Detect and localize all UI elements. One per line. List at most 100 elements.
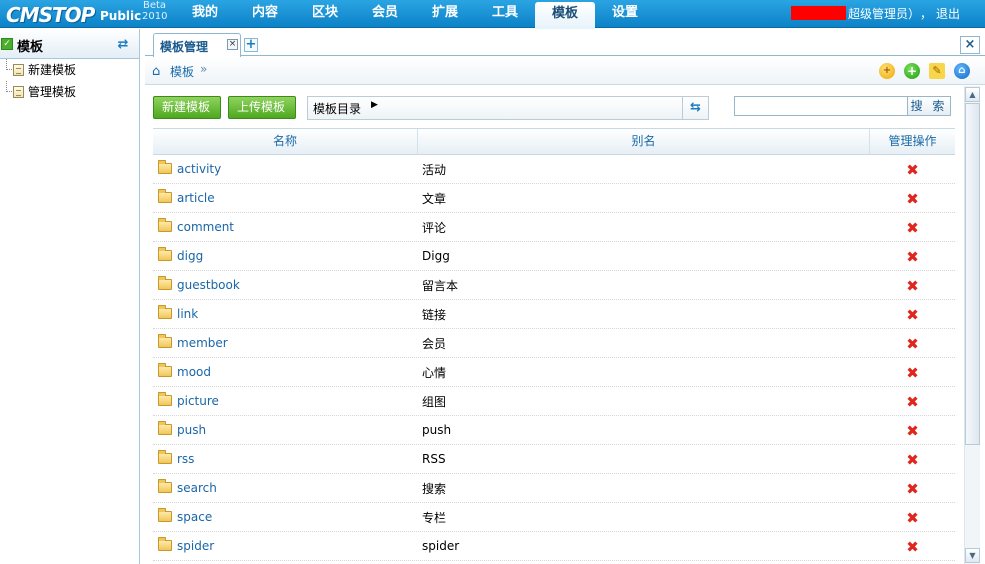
template-alias-cell: Digg bbox=[422, 249, 450, 263]
scroll-down-arrow-icon[interactable]: ▼ bbox=[965, 548, 980, 563]
template-name-link[interactable]: rss bbox=[177, 452, 194, 466]
home-icon[interactable]: ⌂ bbox=[152, 64, 160, 79]
vertical-scrollbar[interactable]: ▲ ▼ bbox=[964, 86, 980, 564]
scroll-up-arrow-icon[interactable]: ▲ bbox=[965, 87, 980, 102]
folder-icon bbox=[158, 450, 172, 464]
template-name-link[interactable]: push bbox=[177, 423, 206, 437]
delete-icon[interactable]: ✖ bbox=[906, 337, 919, 352]
nav-tab-extensions[interactable]: 扩展 bbox=[415, 0, 475, 28]
nav-tab-settings[interactable]: 设置 bbox=[595, 0, 655, 28]
template-name-link[interactable]: search bbox=[177, 481, 217, 495]
delete-icon[interactable]: ✖ bbox=[906, 250, 919, 265]
delete-icon[interactable]: ✖ bbox=[906, 395, 919, 410]
sidebar-item-label: 新建模板 bbox=[28, 63, 77, 77]
table-body: activity 活动 ✖ article 文章 ✖ comment 评论 ✖ digg Digg ✖… bbox=[153, 155, 955, 561]
actions-cell: ✖ bbox=[870, 305, 955, 323]
scrollbar-thumb[interactable] bbox=[965, 103, 980, 445]
nav-tab-tools[interactable]: 工具 bbox=[475, 0, 535, 28]
template-name-link[interactable]: link bbox=[177, 307, 198, 321]
column-header-alias[interactable]: 别名 bbox=[418, 129, 870, 154]
template-name-cell: activity bbox=[153, 160, 418, 176]
table-row[interactable]: member 会员 ✖ bbox=[153, 329, 955, 358]
tab-label: 模板管理 bbox=[160, 40, 209, 54]
table-row[interactable]: link 链接 ✖ bbox=[153, 300, 955, 329]
breadcrumb-item-templates[interactable]: 模板 bbox=[170, 63, 194, 80]
delete-icon[interactable]: ✖ bbox=[906, 221, 919, 236]
template-name-link[interactable]: space bbox=[177, 510, 212, 524]
delete-icon[interactable]: ✖ bbox=[906, 308, 919, 323]
template-name-link[interactable]: picture bbox=[177, 394, 219, 408]
nav-tab-members[interactable]: 会员 bbox=[355, 0, 415, 28]
template-name-link[interactable]: mood bbox=[177, 365, 211, 379]
triangle-right-icon[interactable]: ▶ bbox=[371, 100, 378, 110]
user-area: 超级管理员） ， 退出 bbox=[790, 4, 960, 22]
table-row[interactable]: guestbook 留言本 ✖ bbox=[153, 271, 955, 300]
table-row[interactable]: digg Digg ✖ bbox=[153, 242, 955, 271]
delete-icon[interactable]: ✖ bbox=[906, 482, 919, 497]
template-alias-cell: 会员 bbox=[422, 336, 447, 351]
sidebar-title: 模板 bbox=[17, 40, 44, 55]
search-button[interactable]: 搜 索 bbox=[907, 96, 951, 116]
sidebar: ✓ 模板 ⇄ 新建模板 管理模板 bbox=[0, 29, 140, 564]
nav-tab-blocks[interactable]: 区块 bbox=[295, 0, 355, 28]
sidebar-item-new-template[interactable]: 新建模板 bbox=[0, 59, 139, 81]
delete-icon[interactable]: ✖ bbox=[906, 366, 919, 381]
username-redacted[interactable] bbox=[790, 6, 846, 20]
refresh-directory-icon[interactable]: ⇆ bbox=[682, 97, 708, 119]
delete-icon[interactable]: ✖ bbox=[906, 540, 919, 555]
column-header-name[interactable]: 名称 bbox=[153, 129, 418, 154]
template-name-link[interactable]: digg bbox=[177, 249, 203, 263]
delete-icon[interactable]: ✖ bbox=[906, 424, 919, 439]
actions-cell: ✖ bbox=[870, 276, 955, 294]
delete-icon[interactable]: ✖ bbox=[906, 453, 919, 468]
folder-icon bbox=[158, 247, 172, 261]
upload-template-button[interactable]: 上传模板 bbox=[228, 96, 296, 119]
table-row[interactable]: rss RSS ✖ bbox=[153, 445, 955, 474]
close-panel-icon[interactable]: × bbox=[960, 36, 980, 54]
column-header-actions: 管理操作 bbox=[888, 134, 937, 148]
tab-close-icon[interactable]: × bbox=[227, 39, 238, 50]
sidebar-item-manage-templates[interactable]: 管理模板 bbox=[0, 81, 139, 103]
collapse-toggle-icon[interactable]: ✓ bbox=[1, 38, 13, 50]
template-name-link[interactable]: article bbox=[177, 191, 215, 205]
sidebar-item-label: 管理模板 bbox=[28, 85, 77, 99]
delete-icon[interactable]: ✖ bbox=[906, 192, 919, 207]
table-row[interactable]: space 专栏 ✖ bbox=[153, 503, 955, 532]
nav-tab-content[interactable]: 内容 bbox=[235, 0, 295, 28]
table-row[interactable]: search 搜索 ✖ bbox=[153, 474, 955, 503]
table-row[interactable]: spider spider ✖ bbox=[153, 532, 955, 561]
template-name-link[interactable]: spider bbox=[177, 539, 214, 553]
table-row[interactable]: article 文章 ✖ bbox=[153, 184, 955, 213]
table-row[interactable]: picture 组图 ✖ bbox=[153, 387, 955, 416]
template-name-link[interactable]: comment bbox=[177, 220, 234, 234]
app-logo[interactable]: CMSTOP Public Beta 2010 bbox=[4, 0, 174, 27]
delete-icon[interactable]: ✖ bbox=[906, 511, 919, 526]
refresh-icon[interactable]: ⇄ bbox=[116, 38, 130, 52]
home-circle-icon[interactable]: ⌂ bbox=[954, 63, 970, 79]
delete-icon[interactable]: ✖ bbox=[906, 163, 919, 178]
add-icon[interactable]: + bbox=[904, 63, 920, 79]
template-alias-cell: 心情 bbox=[422, 365, 447, 380]
breadcrumb: ⌂ 模板 » + + ✎ ⌂ bbox=[145, 57, 985, 85]
template-name-link[interactable]: member bbox=[177, 336, 228, 350]
table-row[interactable]: mood 心情 ✖ bbox=[153, 358, 955, 387]
delete-icon[interactable]: ✖ bbox=[906, 279, 919, 294]
template-name-link[interactable]: activity bbox=[177, 162, 221, 176]
tab-template-manage[interactable]: 模板管理 × bbox=[153, 33, 241, 57]
template-name-cell: search bbox=[153, 479, 418, 495]
template-alias-cell: 链接 bbox=[422, 307, 447, 322]
table-row[interactable]: activity 活动 ✖ bbox=[153, 155, 955, 184]
edit-icon[interactable]: ✎ bbox=[929, 63, 945, 79]
new-template-button[interactable]: 新建模板 bbox=[153, 96, 221, 119]
table-row[interactable]: comment 评论 ✖ bbox=[153, 213, 955, 242]
search-input[interactable] bbox=[734, 96, 908, 116]
template-directory-select[interactable]: 模板目录 ▶ ⇆ bbox=[307, 96, 709, 120]
template-name-link[interactable]: guestbook bbox=[177, 278, 240, 292]
actions-cell: ✖ bbox=[870, 450, 955, 468]
table-row[interactable]: push push ✖ bbox=[153, 416, 955, 445]
nav-tab-templates[interactable]: 模板 bbox=[535, 2, 595, 29]
logout-link[interactable]: 退出 bbox=[936, 5, 960, 22]
add-tab-icon[interactable]: + bbox=[244, 38, 258, 52]
add-folder-icon[interactable]: + bbox=[879, 63, 895, 79]
nav-tab-mine[interactable]: 我的 bbox=[175, 0, 235, 28]
